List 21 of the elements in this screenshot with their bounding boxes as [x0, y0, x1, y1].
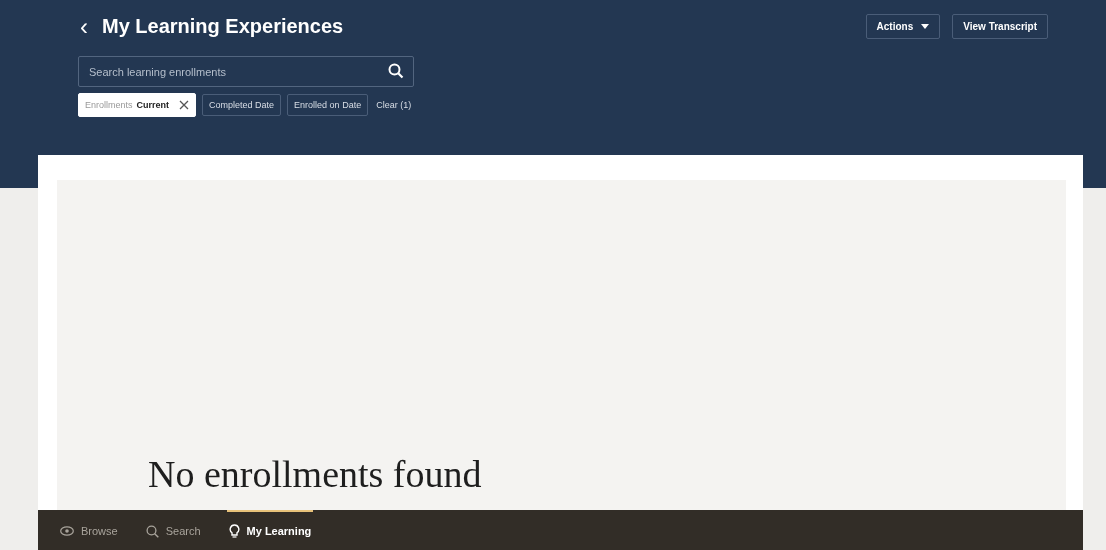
eye-icon — [60, 526, 74, 536]
actions-menu-button[interactable]: Actions — [865, 14, 941, 39]
caret-icon — [921, 24, 930, 29]
filter-label: Enrollments — [85, 100, 133, 110]
nav-tab[interactable]: Search — [143, 510, 203, 550]
filter-button[interactable]: Enrolled on Date — [287, 94, 369, 116]
nav-tab[interactable]: Browse — [58, 510, 120, 550]
search-icon — [388, 63, 404, 79]
search-field[interactable]: Search learning enrollments — [78, 56, 414, 87]
transcript-button[interactable]: View Transcript — [952, 14, 1048, 39]
nav-tab[interactable]: My Learning — [226, 510, 314, 550]
back-button[interactable]: ‹ — [78, 14, 90, 39]
empty-message: No enrollments found — [148, 452, 482, 496]
clear-filters-link[interactable]: Clear (1) — [374, 100, 414, 110]
filter-button[interactable]: Completed Date — [202, 94, 282, 116]
filter-chip[interactable]: Enrollments Current — [78, 93, 197, 117]
filter-value: Current — [136, 100, 170, 110]
search-icon — [145, 524, 159, 538]
page-title: My Learning Experiences — [102, 15, 344, 38]
lightbulb-icon — [228, 524, 240, 538]
close-icon[interactable] — [179, 100, 190, 110]
